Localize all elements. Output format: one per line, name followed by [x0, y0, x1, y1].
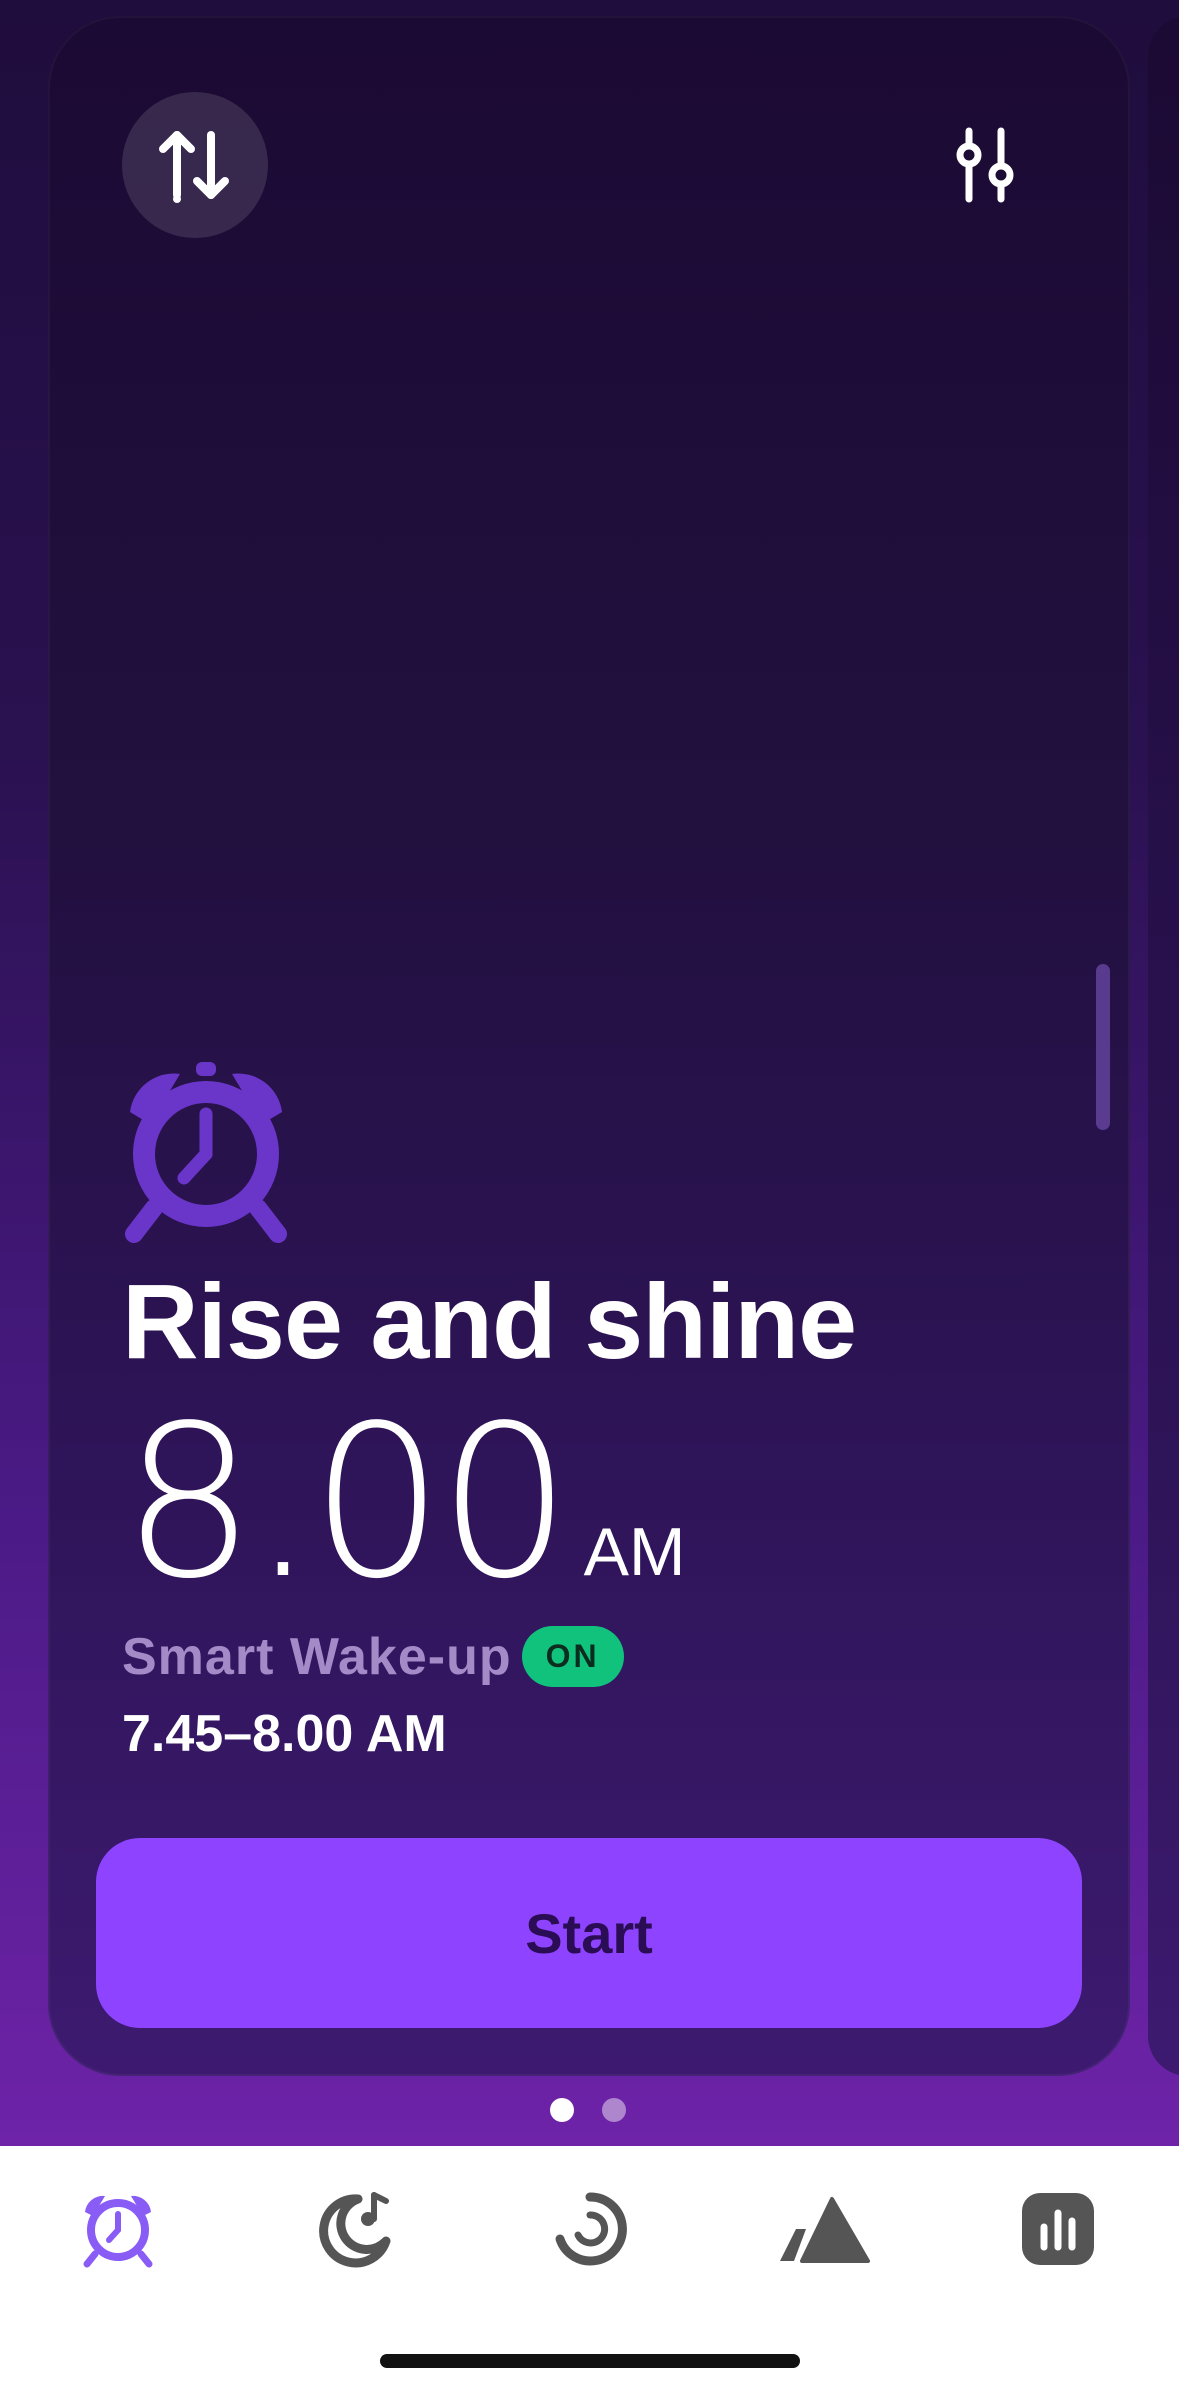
mountain-icon: [780, 2197, 870, 2263]
tab-statistics[interactable]: [998, 2174, 1118, 2284]
page-dot-2[interactable]: [602, 2098, 626, 2122]
home-indicator[interactable]: [380, 2354, 800, 2368]
smart-wakeup-row[interactable]: Smart Wake-up ON: [122, 1626, 624, 1687]
smart-wakeup-label: Smart Wake-up: [122, 1627, 512, 1686]
smart-wakeup-status-badge: ON: [521, 1626, 624, 1687]
alarm-time-ampm: AM: [583, 1514, 686, 1590]
sliders-icon: [956, 127, 1014, 203]
tab-sleep-sounds[interactable]: [294, 2174, 414, 2284]
alarm-title: Rise and shine: [122, 1263, 857, 1381]
sort-up-down-icon: [159, 131, 229, 203]
scrollbar[interactable]: [1096, 964, 1110, 1130]
settings-button[interactable]: [940, 110, 1030, 220]
sort-button[interactable]: [122, 92, 268, 238]
alarm-clock-icon: [125, 1062, 287, 1243]
alarm-time-value: 8.00: [122, 1380, 572, 1625]
alarm-card[interactable]: [48, 16, 1130, 2076]
tab-alarm[interactable]: [58, 2174, 178, 2284]
wakeup-window: 7.45–8.00 AM: [122, 1705, 447, 1763]
bar-chart-icon: [1022, 2193, 1094, 2265]
next-card-peek[interactable]: [1148, 16, 1179, 2076]
page-indicator[interactable]: [550, 2098, 626, 2122]
moon-music-icon: [319, 2192, 391, 2268]
alarm-clock-icon: [83, 2195, 153, 2268]
start-button[interactable]: Start: [96, 1838, 1082, 2028]
alarm-screen: Rise and shine 8.00 AM Smart Wake-up ON 7…: [0, 0, 1179, 2396]
alarm-time[interactable]: 8.00 AM: [122, 1380, 686, 1625]
progress-ring-icon: [555, 2192, 627, 2266]
tab-progress[interactable]: [530, 2174, 650, 2284]
page-dot-1[interactable]: [550, 2098, 574, 2122]
tab-goals[interactable]: [764, 2174, 884, 2284]
